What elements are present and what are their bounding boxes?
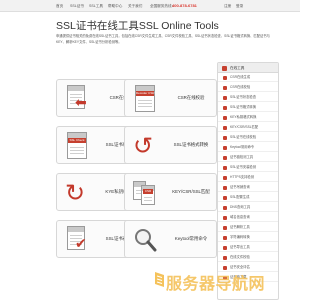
match-documents-icon: CSR [133,179,157,207]
login-link[interactable]: 登录 [236,0,243,12]
sidebar-item[interactable]: 证书导出工具 [218,243,278,252]
tool-icon [223,165,227,170]
nav-ssl-tools[interactable]: SSL工具 [89,0,103,12]
tool-icon [223,125,227,130]
sidebar-item[interactable]: 在线文件校验 [218,253,278,262]
sidebar-item[interactable]: CSR在线校验 [218,83,278,92]
sidebar-item[interactable]: 证书吊销查询 [218,183,278,192]
tool-icon [223,225,227,230]
sidebar-item[interactable]: 证书解析工具 [218,223,278,232]
nav-ssl-cert[interactable]: SSL证书 [70,0,84,12]
sidebar-item[interactable]: SSL证书格式转换 [218,103,278,112]
tool-tile-label: KEY/CSR/SSL匹配 [172,189,210,194]
sidebar-item[interactable]: 字符编码转换 [218,233,278,242]
sidebar-item[interactable]: SSL证书安装检测 [218,163,278,172]
tool-icon [223,245,227,250]
magnifier-icon [133,226,157,254]
tool-tile-ssl-convert[interactable]: ↺ SSL证书格式转换 [124,126,217,164]
tool-tile-key-csr-match[interactable]: CSR KEY/CSR/SSL匹配 [124,173,217,211]
tool-tile-label: Keytool常用命令 [174,236,208,241]
decoder-csr-icon: Decoder CSR [133,85,157,113]
hotline-phone: 400-878-6781 [172,3,197,8]
tool-icon [223,175,227,180]
watermark-text: 服务器导航网 [166,276,266,293]
top-nav: 首页 SSL证书 SSL工具 帮助中心 关于我们 全国服务热线： 400-878… [0,0,300,12]
sidebar-header: 在线工具 [218,63,278,73]
ssl-check-icon: SSL Check [65,132,89,160]
tools-sidebar: 在线工具 CSR在线生成 CSR在线校验 SSL证书状态检查 SSL证书格式转换… [217,62,279,300]
tool-tile-label: CSR在线校验 [177,95,205,100]
nav-help[interactable]: 帮助中心 [108,0,122,12]
tool-icon [223,195,227,200]
watermark-logo-icon [155,272,164,287]
tool-tile-csr-verify[interactable]: Decoder CSR CSR在线校验 [124,79,217,117]
sidebar-item[interactable]: CSR在线生成 [218,73,278,82]
tool-icon [223,255,227,260]
tool-icon [223,145,227,150]
nav-home[interactable]: 首页 [56,0,63,12]
tool-icon [223,135,227,140]
sidebar-item[interactable]: KEY私钥格式转换 [218,113,278,122]
sidebar-item[interactable]: SSL证书在线校验 [218,133,278,142]
tool-icon [223,185,227,190]
sidebar-item[interactable]: DNS查询工具 [218,203,278,212]
tool-icon [223,205,227,210]
sidebar-item[interactable]: HTTPS支持检测 [218,173,278,182]
tool-icon [223,235,227,240]
sidebar-item[interactable]: Keytool常用命令 [218,143,278,152]
tool-tile-keytool[interactable]: Keytool常用命令 [124,220,217,258]
tool-icon [223,155,227,160]
tool-icon [223,105,227,110]
tools-icon [222,65,227,71]
sidebar-title: 在线工具 [230,66,245,70]
nav-about[interactable]: 关于我们 [128,0,142,12]
sidebar-item[interactable]: SSL配置生成 [218,193,278,202]
ssl-verify-icon: ✔ [65,226,89,254]
tool-icon [223,115,227,120]
page-intro: 申通提供证书相关的免费在线SSL证书工具，包括在线CSR文件生成工具、CSR文件… [56,34,270,44]
convert-arrow-icon: ↺ [133,133,154,160]
sidebar-item[interactable]: 域名信息查询 [218,213,278,222]
tool-icon [223,75,227,80]
page-title: SSL证书在线工具SSL Online Tools [56,20,219,32]
tool-icon [223,265,227,270]
sidebar-item[interactable]: 证书链检测工具 [218,153,278,162]
tool-tile-label: SSL证书格式转换 [173,142,209,147]
register-link[interactable]: 注册 [224,0,231,12]
key-convert-icon: ↻ [65,180,86,207]
sidebar-item[interactable]: KEY/CSR/SSL匹配 [218,123,278,132]
tool-icon [223,85,227,90]
tool-icon [223,215,227,220]
tool-icon [223,95,227,100]
document-generate-icon: ⬅ [65,85,89,113]
sidebar-item[interactable]: SSL证书状态检查 [218,93,278,102]
